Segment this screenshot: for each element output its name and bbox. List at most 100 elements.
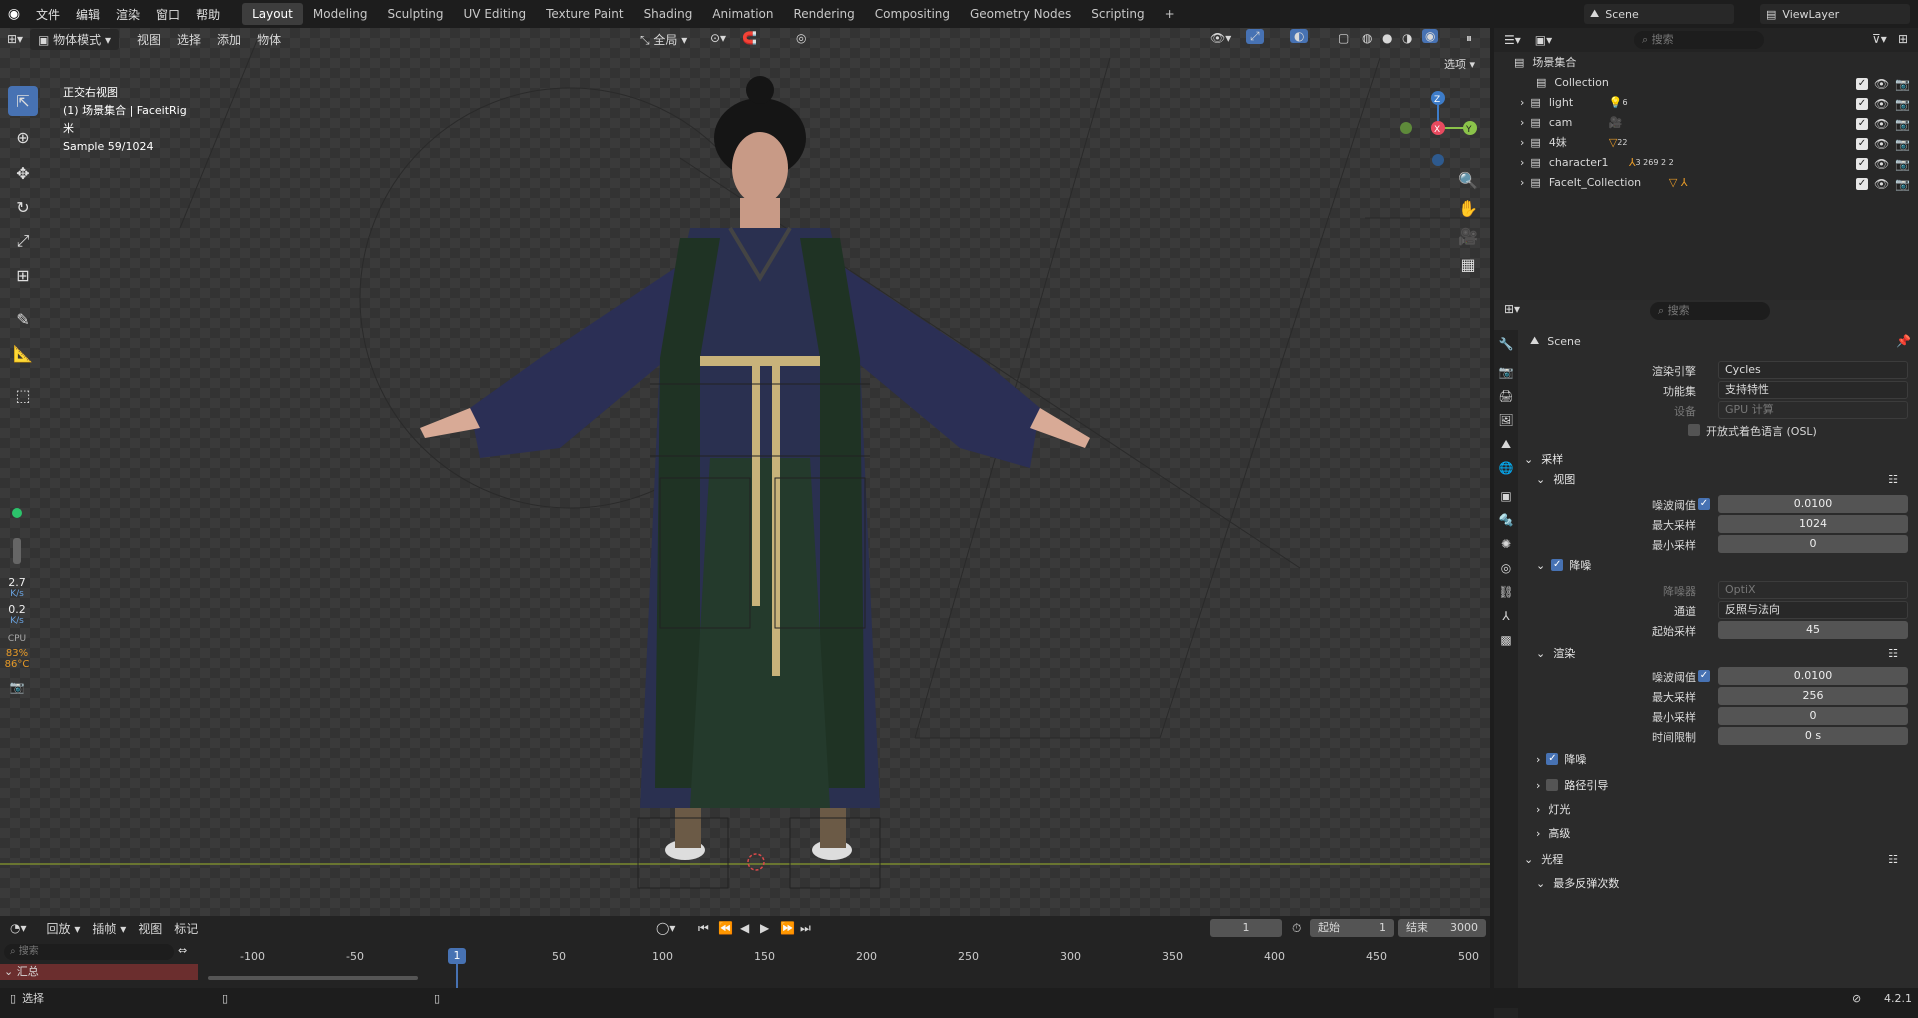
eye-icon[interactable]: 👁	[1874, 177, 1889, 191]
expand-icon[interactable]: ›	[1520, 96, 1524, 109]
tab-animation[interactable]: Animation	[702, 3, 783, 25]
max-bounces-subpanel-header[interactable]: ⌄ 最多反弹次数	[1536, 872, 1914, 894]
path-guiding-subpanel-header[interactable]: › 路径引导	[1536, 774, 1914, 796]
3d-cursor-icon[interactable]	[747, 853, 765, 871]
cursor-tool-icon[interactable]: ⊕	[8, 122, 38, 152]
outliner-row-cam[interactable]: › ▤ cam 🎥	[1494, 112, 1918, 132]
render-camera-icon[interactable]: 📷	[1895, 117, 1910, 131]
advanced-subpanel-header[interactable]: › 高级	[1536, 822, 1914, 844]
render-camera-icon[interactable]: 📷	[1895, 137, 1910, 151]
start-frame-field[interactable]: 起始 1	[1310, 919, 1394, 937]
menu-add[interactable]: 添加	[209, 31, 249, 48]
eye-icon[interactable]: 👁	[1874, 77, 1889, 91]
prev-keyframe-icon[interactable]: ⏪	[718, 921, 733, 935]
list-icon[interactable]: ☷	[1888, 647, 1898, 660]
outliner-row-collection[interactable]: ▤ Collection	[1494, 72, 1918, 92]
view-layer-tab-icon[interactable]: 🖼	[1498, 412, 1514, 428]
texture-tab-icon[interactable]: ▩	[1498, 632, 1514, 648]
vp-min-samples-field[interactable]: 0	[1718, 535, 1908, 553]
scale-tool-icon[interactable]: ⤢	[8, 226, 38, 256]
annotate-tool-icon[interactable]: ✎	[8, 304, 38, 334]
measure-tool-icon[interactable]: 📐	[8, 338, 38, 368]
visibility-icon[interactable]: 👁▾	[1210, 31, 1231, 45]
shading-solid-icon[interactable]: ●	[1382, 31, 1392, 45]
shading-wireframe-icon[interactable]: ◍	[1362, 31, 1372, 45]
r-noise-threshold-checkbox[interactable]: ✓	[1698, 670, 1710, 682]
play-reverse-icon[interactable]: ◀	[740, 921, 749, 935]
timeline-editor-icon[interactable]: ◔▾	[10, 921, 27, 935]
tool-tab-icon[interactable]: 🔧	[1498, 336, 1514, 352]
outliner-root[interactable]: ▤ 场景集合	[1494, 52, 1918, 72]
denoiser-dropdown[interactable]: OptiX	[1718, 581, 1908, 599]
passes-dropdown[interactable]: 反照与法向	[1718, 601, 1908, 619]
next-keyframe-icon[interactable]: ⏩	[780, 921, 795, 935]
physics-tab-icon[interactable]: ◎	[1498, 560, 1514, 576]
sampling-panel-header[interactable]: ⌄ 采样	[1524, 448, 1914, 470]
transform-tool-icon[interactable]: ⊞	[8, 260, 38, 290]
scene-tab-icon[interactable]: ⛰	[1498, 436, 1514, 452]
outliner-row-4mei[interactable]: › ▤ 4妹 ▽ 22	[1494, 132, 1918, 152]
camera-view-icon[interactable]: 🎥	[1454, 222, 1482, 250]
timeline-search[interactable]: ⌕ 搜索	[4, 944, 174, 960]
exclude-checkbox[interactable]: ✓	[1856, 158, 1868, 170]
transform-orientation-dropdown[interactable]: ⤡ 全局 ▾	[640, 31, 687, 48]
tab-scripting[interactable]: Scripting	[1081, 3, 1154, 25]
timeline-ruler[interactable]: -100 -50 1 50 100 150 200 250 300 350 40…	[200, 940, 1490, 988]
exclude-checkbox[interactable]: ✓	[1856, 138, 1868, 150]
current-frame-field[interactable]: 1	[1210, 919, 1282, 937]
tab-modeling[interactable]: Modeling	[303, 3, 378, 25]
tab-uv-editing[interactable]: UV Editing	[454, 3, 537, 25]
xray-icon[interactable]: ▢	[1338, 31, 1349, 45]
jump-start-icon[interactable]: ⏮	[698, 921, 709, 936]
vp-noise-threshold-field[interactable]: 0.0100	[1718, 495, 1908, 513]
eye-icon[interactable]: 👁	[1874, 137, 1889, 151]
exclude-checkbox[interactable]: ✓	[1856, 118, 1868, 130]
render-subpanel-header[interactable]: ⌄ 渲染 ☷	[1536, 642, 1914, 664]
time-limit-field[interactable]: 0 s	[1718, 727, 1908, 745]
properties-search[interactable]: ⌕ 搜索	[1650, 302, 1770, 320]
render-camera-icon[interactable]: 📷	[1895, 77, 1910, 91]
modifier-tab-icon[interactable]: 🔩	[1498, 512, 1514, 528]
expand-icon[interactable]: ›	[1520, 176, 1524, 189]
path-guiding-checkbox[interactable]	[1546, 779, 1559, 791]
jump-end-icon[interactable]: ⏭	[800, 921, 811, 936]
expand-icon[interactable]: ›	[1520, 116, 1524, 129]
snap-icon[interactable]: 🧲	[742, 31, 757, 45]
constraints-tab-icon[interactable]: ⛓	[1498, 584, 1514, 600]
render-camera-icon[interactable]: 📷	[1895, 177, 1910, 191]
menu-file[interactable]: 文件	[28, 6, 68, 23]
timeline-scrollbar[interactable]	[208, 976, 418, 980]
filter-icon[interactable]: ⊽▾	[1872, 32, 1887, 46]
device-dropdown[interactable]: GPU 计算	[1718, 401, 1908, 419]
r-max-samples-field[interactable]: 256	[1718, 687, 1908, 705]
osl-checkbox[interactable]	[1688, 424, 1700, 436]
new-collection-icon[interactable]: ⊞	[1898, 32, 1908, 46]
noise-threshold-checkbox[interactable]: ✓	[1698, 498, 1710, 510]
pause-render-icon[interactable]: ⏸	[1466, 31, 1472, 46]
outliner-row-faceit[interactable]: › ▤ FaceIt_Collection ▽ ⅄	[1494, 172, 1918, 192]
eye-icon[interactable]: 👁	[1874, 157, 1889, 171]
pan-hand-icon[interactable]: ✋	[1454, 194, 1482, 222]
r-noise-threshold-field[interactable]: 0.0100	[1718, 667, 1908, 685]
list-icon[interactable]: ☷	[1888, 853, 1898, 866]
render-engine-dropdown[interactable]: Cycles	[1718, 361, 1908, 379]
blender-logo-icon[interactable]: ◉	[0, 6, 28, 22]
navigation-gizmo[interactable]: Z Y X	[1400, 91, 1477, 166]
outliner-row-character1[interactable]: › ▤ character1 ⅄ 3 269 2 2	[1494, 152, 1918, 172]
end-frame-field[interactable]: 结束 3000	[1398, 919, 1486, 937]
particles-tab-icon[interactable]: ✺	[1498, 536, 1514, 552]
record-icon[interactable]: ◯▾	[656, 921, 675, 935]
menu-view[interactable]: 视图	[129, 31, 169, 48]
vp-denoise-checkbox[interactable]: ✓	[1551, 559, 1564, 571]
play-icon[interactable]: ▶	[760, 921, 769, 935]
display-mode-icon[interactable]: ▣▾	[1535, 33, 1552, 47]
zoom-icon[interactable]: 🔍	[1454, 166, 1482, 194]
tab-compositing[interactable]: Compositing	[865, 3, 960, 25]
proportional-edit-icon[interactable]: ◎	[796, 31, 806, 45]
outliner-row-light[interactable]: › ▤ light 💡 6	[1494, 92, 1918, 112]
properties-editor-icon[interactable]: ⊞▾	[1504, 302, 1520, 316]
camera-icon[interactable]: 📷	[4, 680, 30, 694]
select-box-tool-icon[interactable]: ⇱	[8, 86, 38, 116]
vp-max-samples-field[interactable]: 1024	[1718, 515, 1908, 533]
menu-object[interactable]: 物体	[249, 31, 289, 48]
